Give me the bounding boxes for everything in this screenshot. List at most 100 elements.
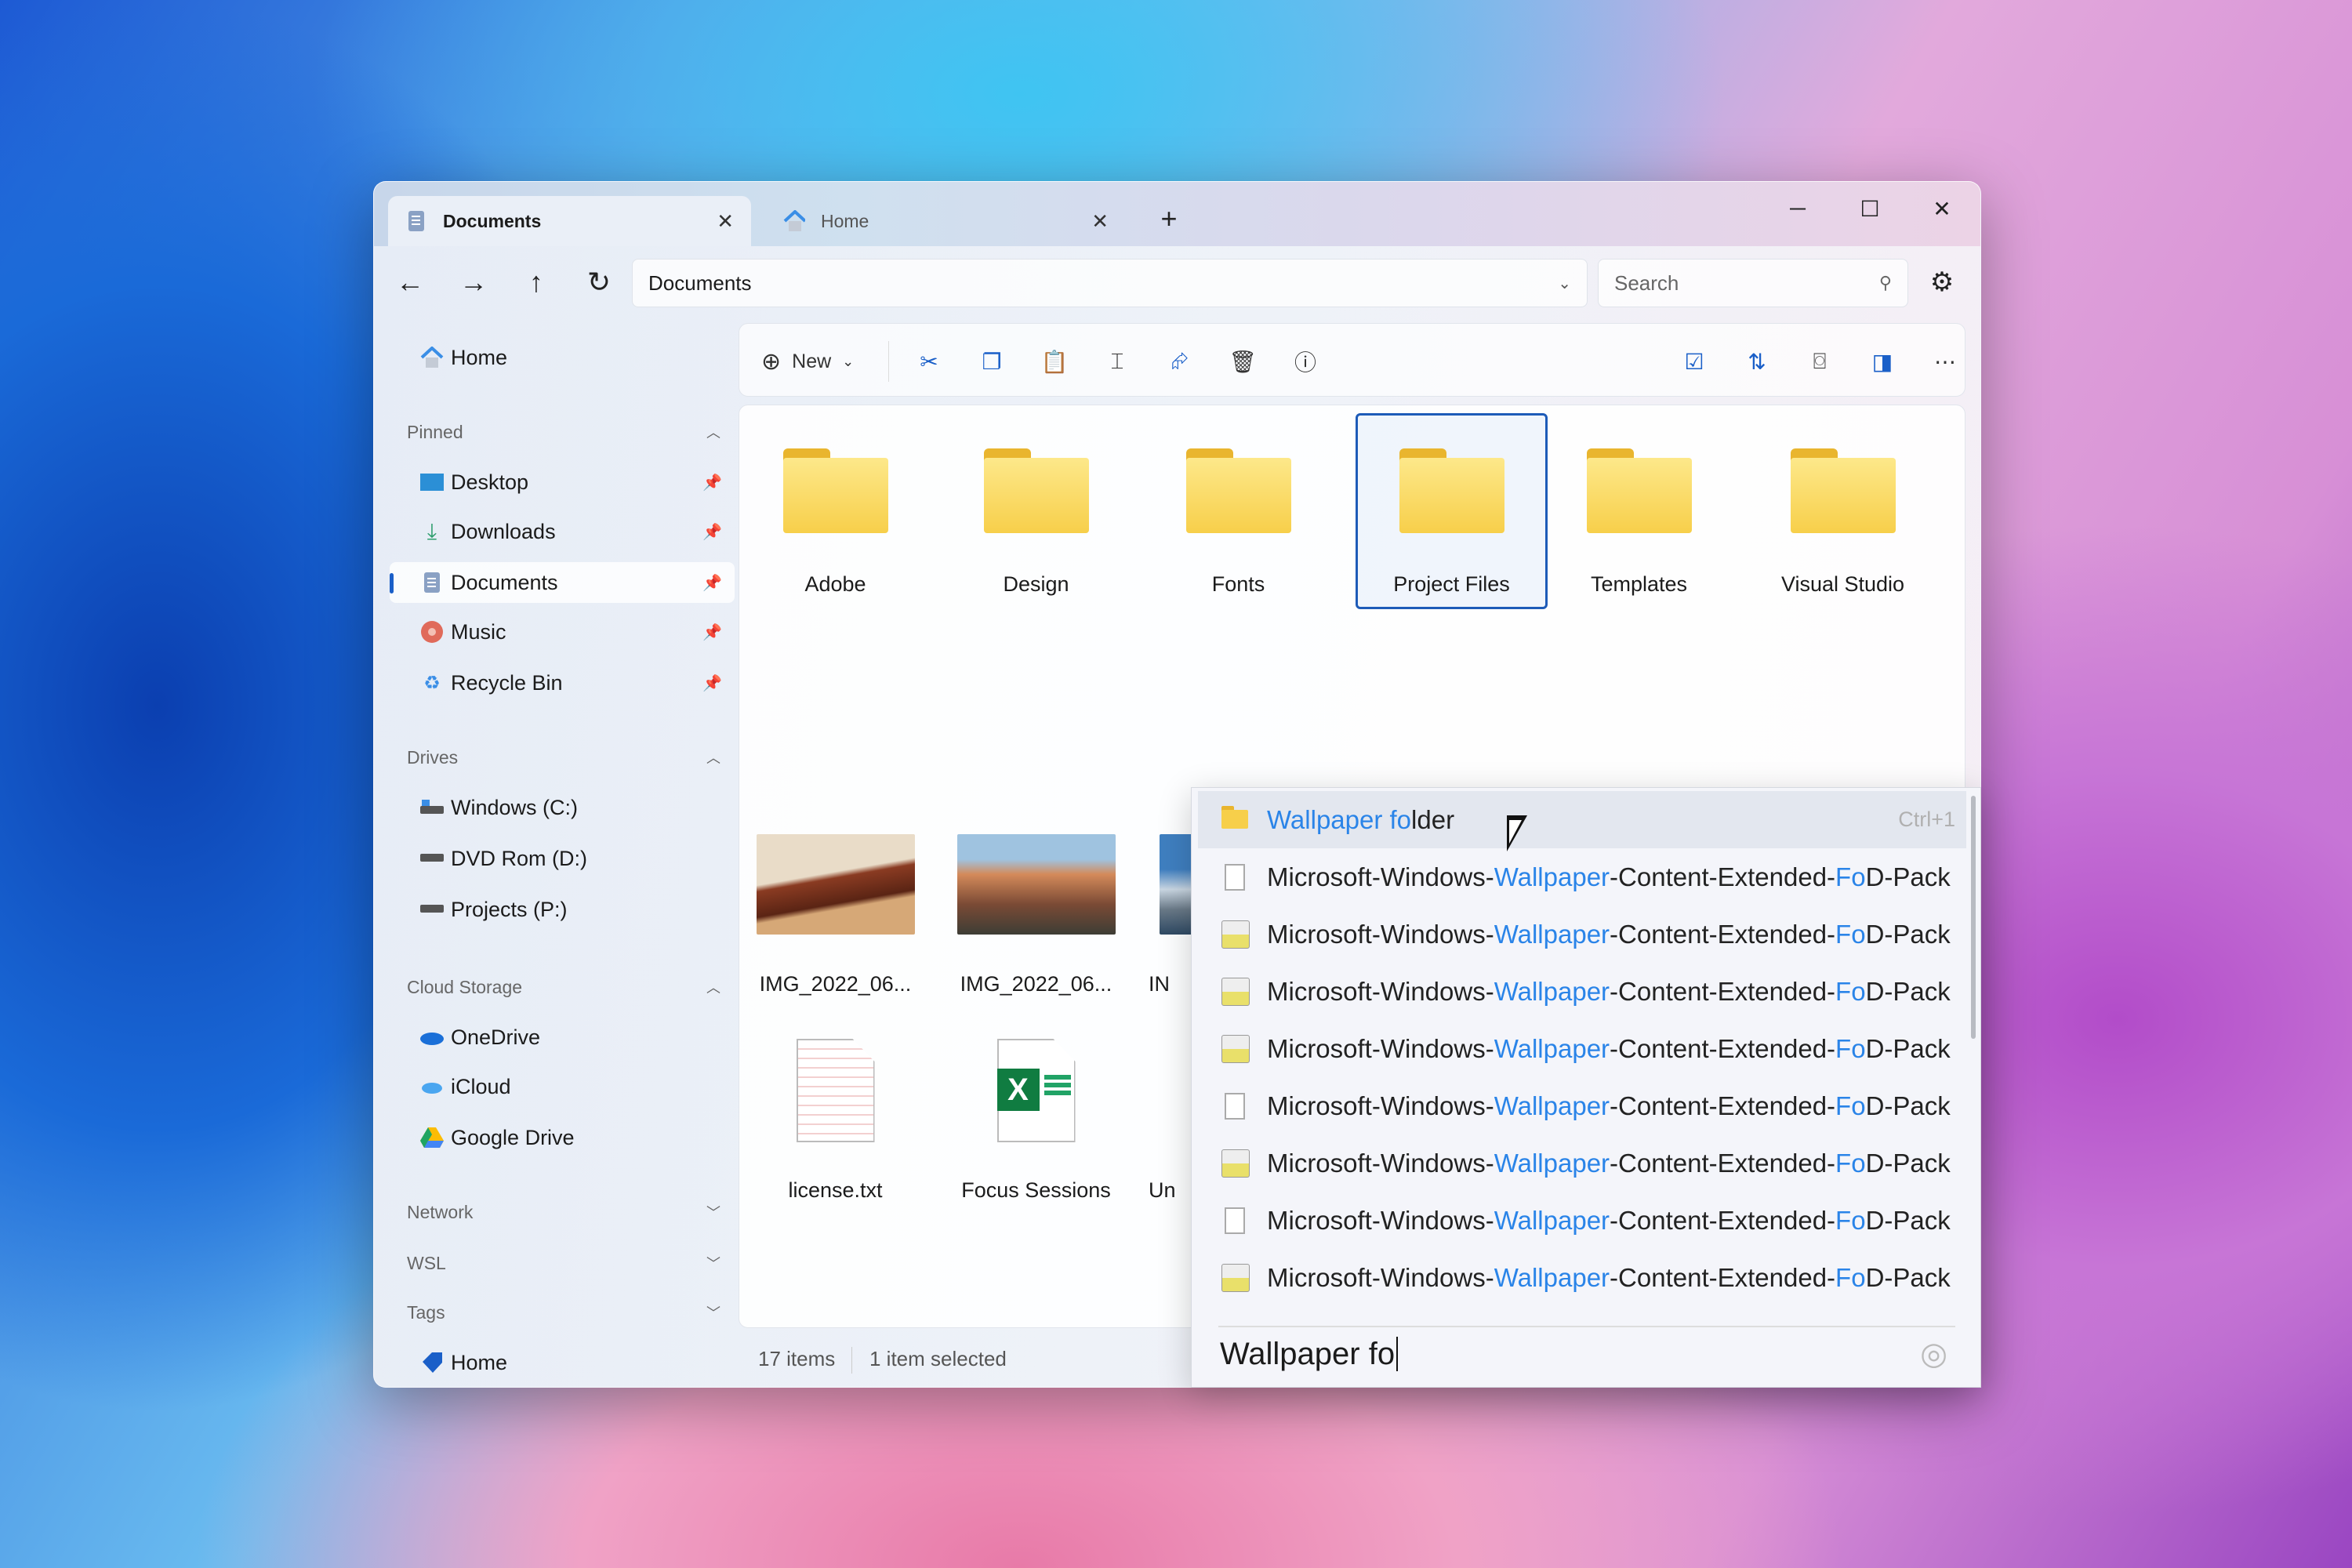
label: Network [407,1202,474,1222]
folder-fonts[interactable]: Fonts [1142,448,1334,597]
sidebar-item-desktop[interactable]: Desktop 📌 [390,462,735,503]
pin-icon[interactable]: 📌 [702,522,722,542]
section-tags[interactable]: Tags ﹀ [407,1302,735,1323]
file-focus-sessions[interactable]: X Focus Sessions [940,1039,1132,1203]
rename-icon[interactable]: ⌶ [1100,344,1134,379]
suggestion-item[interactable]: Microsoft-Windows- Wallpaper -Content-Exte… [1198,906,1966,963]
sidebar-item-documents[interactable]: Documents 📌 [390,562,735,603]
more-icon[interactable]: ⋯ [1928,344,1962,379]
close-tab-icon[interactable]: ✕ [717,209,734,234]
chevron-down-icon[interactable]: ﹀ [706,1302,720,1323]
chevron-down-icon[interactable]: ⌄ [1558,274,1571,293]
sidebar-item-projects-p[interactable]: Projects (P:) [390,889,735,930]
select-icon[interactable]: ☑ [1677,344,1711,379]
suggestion-text: Fo [1835,862,1866,891]
section-wsl[interactable]: WSL ﹀ [407,1253,735,1274]
share-icon[interactable]: ⮳ [1163,344,1197,379]
sidebar-item-downloads[interactable]: ⤓ Downloads 📌 [390,511,735,552]
address-path: Documents [648,270,752,295]
folder-project-files[interactable]: Project Files [1356,413,1548,609]
selection-count: 1 item selected [869,1347,1007,1370]
tab-documents[interactable]: Documents ✕ [388,196,751,246]
suggestion-item[interactable]: Microsoft-Windows- Wallpaper -Content-Exte… [1198,1020,1966,1077]
pin-icon[interactable]: 📌 [702,473,722,492]
folder-templates[interactable]: Templates [1543,448,1735,597]
cut-icon[interactable]: ✂ [912,344,946,379]
file-label: Visual Studio [1780,572,1905,596]
search-icon[interactable]: ◎ [1920,1336,1947,1372]
settings-gear-icon[interactable]: ⚙ [1918,259,1965,306]
suggestion-text: -Content-Extended- [1610,1148,1836,1178]
suggestion-wallpaper-folder[interactable]: Wallpaper fo lder Ctrl+1 [1198,791,1966,848]
section-drives[interactable]: Drives ︿ [407,747,735,768]
paste-icon[interactable]: 📋 [1037,344,1072,379]
close-window-button[interactable]: ✕ [1922,196,1962,222]
forward-button[interactable]: → [450,259,497,306]
sidebar-item-google-drive[interactable]: Google Drive [390,1117,735,1158]
pin-icon[interactable]: 📌 [702,573,722,593]
close-tab-icon[interactable]: ✕ [1091,209,1109,234]
file-label: IMG_2022_06... [759,972,912,996]
suggestion-item[interactable]: Microsoft-Windows- Wallpaper -Content-Exte… [1198,963,1966,1020]
file-license-txt[interactable]: license.txt [739,1039,931,1203]
drive-icon [419,897,445,922]
folder-visual-studio[interactable]: Visual Studio [1747,448,1939,597]
minimize-button[interactable]: ─ [1778,196,1817,221]
section-cloud-storage[interactable]: Cloud Storage ︿ [407,977,735,998]
file-label: Fonts [1211,572,1265,596]
suggestion-item[interactable]: Microsoft-Windows- Wallpaper -Content-Exte… [1198,1077,1966,1134]
pin-icon[interactable]: 📌 [702,622,722,642]
tab-home[interactable]: Home ✕ [766,196,1126,246]
info-icon[interactable]: ⓘ [1288,344,1323,379]
folder-icon [1221,805,1250,834]
folder-adobe[interactable]: Adobe [739,448,931,597]
section-pinned[interactable]: Pinned ︿ [407,422,735,443]
image-thumbnail [956,834,1116,935]
image-file[interactable]: IMG_2022_06... [739,834,931,996]
new-tab-button[interactable]: + [1149,202,1189,235]
quick-search-input[interactable]: Wallpaper fo ◎ [1218,1326,1955,1381]
quick-search-dropdown: Wallpaper fo lder Ctrl+1 Microsoft-Window… [1191,787,1981,1388]
pin-icon[interactable]: 📌 [702,673,722,693]
sidebar-item-home[interactable]: Home [390,337,735,378]
details-pane-icon[interactable]: ◨ [1865,344,1900,379]
suggestion-item[interactable]: Microsoft-Windows- Wallpaper -Content-Exte… [1198,848,1966,906]
new-button[interactable]: ⊕ New ⌄ [761,344,871,379]
documents-icon [405,210,427,232]
section-network[interactable]: Network ﹀ [407,1202,735,1223]
chevron-up-icon[interactable]: ︿ [706,422,720,443]
folder-icon [1790,448,1896,533]
delete-icon[interactable]: 🗑 [1225,344,1260,379]
suggestion-item[interactable]: Microsoft-Windows- Wallpaper -Content-Exte… [1198,1192,1966,1249]
preview-icon[interactable]: ⌼ [1802,344,1837,379]
sidebar-item-icloud[interactable]: iCloud [390,1066,735,1107]
up-button[interactable]: ↑ [513,259,560,306]
sidebar-item-windows-c[interactable]: Windows (C:) [390,787,735,828]
sort-icon[interactable]: ⇅ [1740,344,1774,379]
suggestion-item[interactable]: Microsoft-Windows- Wallpaper -Content-Exte… [1198,1134,1966,1192]
suggestion-text: Fo [1835,1033,1866,1063]
chevron-up-icon[interactable]: ︿ [706,747,720,768]
sidebar-item-dvd-d[interactable]: DVD Rom (D:) [390,838,735,879]
search-box[interactable]: Search ⚲ [1598,259,1908,307]
chevron-down-icon[interactable]: ﹀ [706,1253,720,1274]
folder-design[interactable]: Design [940,448,1132,597]
address-bar[interactable]: Documents ⌄ [632,259,1588,307]
image-file[interactable]: IMG_2022_06... [940,834,1132,996]
sidebar-item-recycle-bin[interactable]: ♻ Recycle Bin 📌 [390,662,735,703]
file-label: Design [1003,572,1069,596]
refresh-button[interactable]: ↻ [575,259,622,306]
sidebar-item-music[interactable]: Music 📌 [390,612,735,652]
label: Home [451,1350,508,1374]
chevron-down-icon[interactable]: ﹀ [706,1202,720,1223]
sidebar-item-onedrive[interactable]: OneDrive [390,1017,735,1058]
sidebar-item-tag-home[interactable]: Home [390,1342,735,1383]
suggestion-item[interactable]: Microsoft-Windows- Wallpaper -Content-Exte… [1198,1249,1966,1306]
maximize-button[interactable]: ☐ [1850,196,1889,222]
copy-icon[interactable]: ❐ [975,344,1009,379]
chevron-up-icon[interactable]: ︿ [706,977,720,998]
file-icon [1225,1207,1245,1234]
scrollbar[interactable] [1971,796,1976,1039]
back-button[interactable]: ← [387,259,434,306]
suggestion-text: Fo [1835,919,1866,949]
